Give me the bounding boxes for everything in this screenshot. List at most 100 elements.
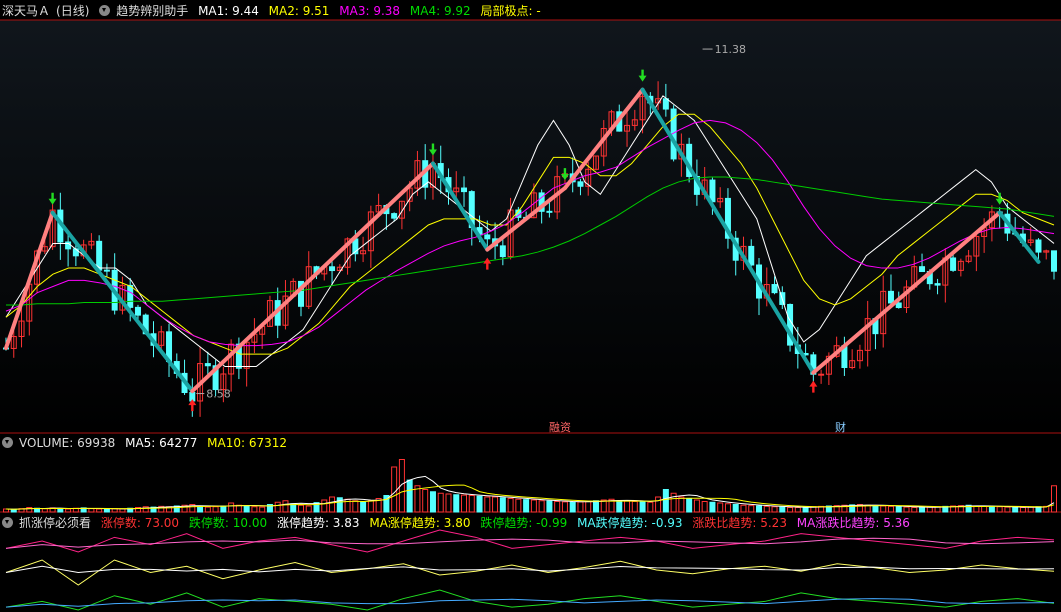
volume-dropdown-icon[interactable] xyxy=(2,437,13,448)
volume-bar xyxy=(887,505,894,513)
volume-bar xyxy=(530,499,537,513)
volume-bar xyxy=(468,495,475,513)
volume-bar xyxy=(895,506,902,513)
volume-bar xyxy=(437,492,444,513)
ma-ratio-trend-value: MA涨跌比趋势: 5.36 xyxy=(796,516,910,530)
volume-bar xyxy=(204,506,211,513)
volume-bar xyxy=(577,501,584,513)
high-price-label: 11.38 xyxy=(715,43,747,56)
ma4-value: MA4: 9.92 xyxy=(409,4,471,18)
volume-bar xyxy=(624,500,631,513)
volume-bar xyxy=(662,489,669,513)
volume-bar xyxy=(740,504,747,513)
volume-bar xyxy=(903,506,910,513)
volume-bar xyxy=(756,505,763,513)
ma1-value: MA1: 9.44 xyxy=(198,4,259,18)
candle-body xyxy=(391,213,398,219)
local-extreme-value: 局部极点: - xyxy=(480,4,541,18)
volume-bar xyxy=(243,505,250,513)
candle-body xyxy=(887,290,894,304)
volume-bar xyxy=(988,506,995,513)
candle-body xyxy=(72,248,79,257)
event-label-finance: 财 xyxy=(835,420,846,434)
volume-bar xyxy=(1004,506,1011,513)
candle-body xyxy=(895,302,902,309)
candle-body xyxy=(1051,250,1057,272)
event-label-financing: 融资 xyxy=(549,421,571,434)
volume-bar xyxy=(732,504,739,513)
ratio-trend-value: 涨跌比趋势: 5.23 xyxy=(692,516,787,530)
volume-bar xyxy=(305,505,312,513)
candle-body xyxy=(1035,239,1042,253)
ma2-value: MA2: 9.51 xyxy=(268,4,330,18)
volume-bar xyxy=(352,500,359,513)
volume-bar xyxy=(507,498,514,513)
volume-bar xyxy=(453,494,460,513)
volume-bar xyxy=(65,508,72,513)
volume-ma10-line xyxy=(5,484,1055,510)
candle-body xyxy=(919,266,926,273)
indicator-dropdown-icon[interactable] xyxy=(99,5,111,16)
volume-bar xyxy=(297,504,304,513)
volume-bar xyxy=(461,494,468,513)
volume-bar xyxy=(476,495,483,513)
volume-bar xyxy=(911,507,918,513)
volume-bar xyxy=(406,479,413,513)
volume-bar xyxy=(919,507,926,513)
osc-line-1 xyxy=(5,559,1055,586)
candle-body xyxy=(709,179,716,203)
candle-body xyxy=(484,234,491,240)
volume-header: VOLUME: 69938 MA5: 64277 MA10: 67312 xyxy=(2,434,293,452)
candle-body xyxy=(461,187,468,193)
volume-bar xyxy=(802,506,809,513)
volume-bar xyxy=(779,506,786,513)
up-count-value: 涨停数: 73.00 xyxy=(100,516,180,530)
main-header: 深天马Ａ (日线) 趋势辨别助手 MA1: 9.44 MA2: 9.51 MA3:… xyxy=(2,2,547,20)
ma3-value: MA3: 9.38 xyxy=(339,4,401,18)
volume-bar xyxy=(499,497,506,513)
volume-bar xyxy=(96,508,103,513)
vol-ma10-value: MA10: 67312 xyxy=(207,436,288,450)
volume-bar xyxy=(561,501,568,513)
indicator-name[interactable]: 趋势辨别助手 xyxy=(116,4,188,18)
volume-bar xyxy=(212,506,219,513)
candle-body xyxy=(934,283,941,286)
candle-body xyxy=(748,245,755,266)
volume-bar xyxy=(569,501,576,513)
volume-bar xyxy=(748,505,755,513)
candle-body xyxy=(127,284,134,308)
volume-bar xyxy=(57,508,64,513)
volume-bar xyxy=(655,496,662,513)
volume-bar xyxy=(119,508,126,513)
volume-bar xyxy=(523,499,530,513)
volume-bar xyxy=(445,493,452,513)
volume-bar xyxy=(639,501,646,513)
limit-dropdown-icon[interactable] xyxy=(2,517,13,528)
volume-bar xyxy=(1019,507,1026,513)
volume-bar xyxy=(422,489,429,513)
volume-ma5-line xyxy=(5,475,1055,510)
limit-indicator-name[interactable]: 抓涨停必须看 xyxy=(19,516,91,530)
volume-bar xyxy=(228,502,235,513)
volume-bar xyxy=(220,505,227,513)
candle-body xyxy=(204,363,211,367)
volume-bar xyxy=(282,500,289,513)
down-trend-value: 跌停趋势: -0.99 xyxy=(480,516,568,530)
up-trend-value: 涨停趋势: 3.83 xyxy=(276,516,360,530)
volume-bar xyxy=(329,496,336,513)
volume-bar xyxy=(391,466,398,513)
volume-bar xyxy=(981,505,988,513)
candle-body xyxy=(103,269,110,272)
volume-bar xyxy=(492,496,499,513)
candle-body xyxy=(134,306,141,316)
volume-bar xyxy=(515,498,522,513)
volume-bar xyxy=(321,499,328,513)
ma-down-trend-value: MA跌停趋势: -0.93 xyxy=(577,516,683,530)
volume-bar xyxy=(709,501,716,513)
volume-bar xyxy=(592,500,599,513)
osc-ma-line-1 xyxy=(5,565,1055,574)
volume-bar xyxy=(367,500,374,513)
period-label[interactable]: (日线) xyxy=(56,4,89,18)
volume-bar xyxy=(484,496,491,513)
stock-name[interactable]: 深天马Ａ xyxy=(2,4,50,18)
